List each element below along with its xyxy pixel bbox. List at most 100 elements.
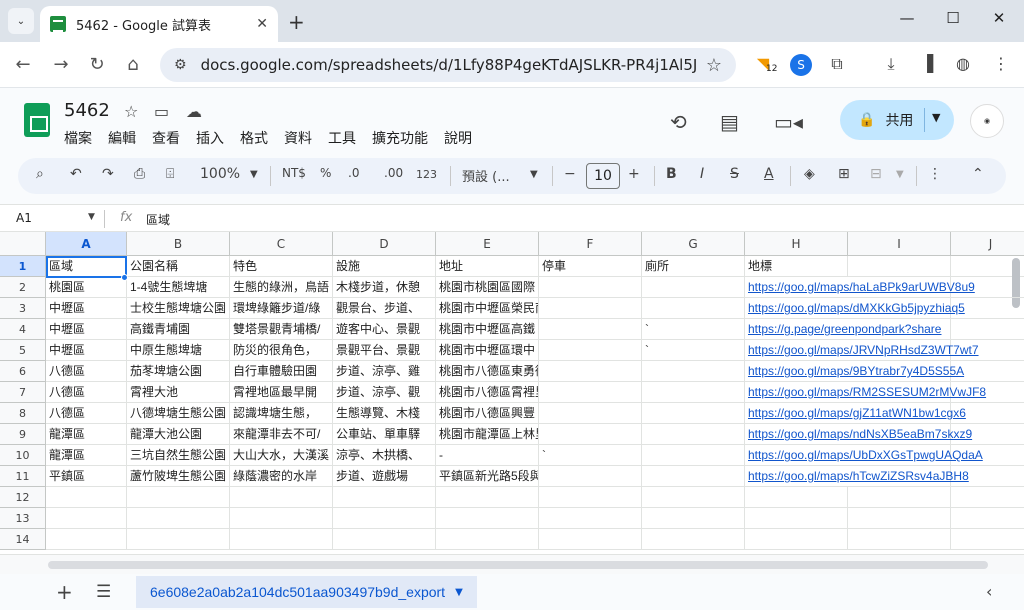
cell-link[interactable]: https://goo.gl/maps/RM2SSESUM2rMVwJF8 bbox=[745, 382, 1024, 403]
row-header[interactable]: 8 bbox=[0, 403, 46, 424]
browser-tab[interactable]: 5462 - Google 試算表 ✕ bbox=[40, 6, 278, 42]
cell[interactable] bbox=[951, 508, 1024, 529]
cell[interactable] bbox=[436, 508, 539, 529]
tab-search-icon[interactable]: ⌄ bbox=[8, 8, 34, 34]
cell[interactable]: ` bbox=[539, 445, 642, 466]
cell[interactable]: 停車 bbox=[539, 256, 642, 277]
cell[interactable] bbox=[539, 529, 642, 550]
increase-font-size-icon[interactable]: + bbox=[628, 166, 640, 182]
cell[interactable]: 桃園市中壢區榮民南路與同慶路口 bbox=[436, 298, 539, 319]
horizontal-scrollbar[interactable] bbox=[0, 554, 1024, 574]
cell[interactable]: 公園名稱 bbox=[127, 256, 230, 277]
row-header[interactable]: 1 bbox=[0, 256, 46, 277]
increase-decimal-button[interactable]: .00 bbox=[384, 166, 403, 180]
share-button[interactable]: 🔒 共用 ▼ bbox=[840, 100, 954, 140]
fill-handle[interactable] bbox=[121, 274, 128, 281]
borders-icon[interactable]: ⊞ bbox=[838, 166, 850, 182]
font-select[interactable]: 預設 (... bbox=[462, 166, 510, 185]
cell[interactable] bbox=[539, 277, 642, 298]
merge-dropdown-icon[interactable]: ▼ bbox=[896, 169, 904, 180]
close-window-icon[interactable]: ✕ bbox=[986, 9, 1012, 27]
cell[interactable]: 霄裡大池 bbox=[127, 382, 230, 403]
fill-color-icon[interactable]: ◈ bbox=[804, 166, 815, 182]
paint-format-icon[interactable]: ⌹ bbox=[166, 166, 174, 182]
profile-avatar-icon[interactable]: ◍ bbox=[952, 54, 974, 76]
decrease-decimal-button[interactable]: .0 bbox=[348, 166, 359, 180]
merge-cells-icon[interactable]: ⊟ bbox=[870, 166, 882, 182]
cell[interactable] bbox=[46, 508, 127, 529]
cell[interactable]: 1-4號生態埤塘 bbox=[127, 277, 230, 298]
tab-close-icon[interactable]: ✕ bbox=[256, 16, 268, 32]
cell[interactable]: 地標 bbox=[745, 256, 848, 277]
cell[interactable] bbox=[539, 361, 642, 382]
all-sheets-icon[interactable]: ☰ bbox=[96, 582, 111, 602]
cell[interactable]: 來龍潭非去不可/ bbox=[230, 424, 333, 445]
bookmark-star-icon[interactable]: ☆ bbox=[706, 55, 722, 76]
comments-icon[interactable]: ▤ bbox=[720, 110, 739, 134]
cell[interactable]: 雙塔景觀青埔橋/ bbox=[230, 319, 333, 340]
column-header-j[interactable]: J bbox=[951, 232, 1024, 256]
cell[interactable] bbox=[127, 529, 230, 550]
cell-link[interactable]: https://goo.gl/maps/JRVNpRHsdZ3WT7wt7 bbox=[745, 340, 1024, 361]
column-header-i[interactable]: I bbox=[848, 232, 951, 256]
cell[interactable] bbox=[642, 298, 745, 319]
column-header-e[interactable]: E bbox=[436, 232, 539, 256]
zoom-select[interactable]: 100% bbox=[200, 166, 240, 182]
account-avatar[interactable]: ◉ bbox=[970, 104, 1004, 138]
cell[interactable]: 霄裡地區最早開 bbox=[230, 382, 333, 403]
menu-tools[interactable]: 工具 bbox=[328, 128, 356, 148]
cell[interactable]: 景觀平台、景觀 bbox=[333, 340, 436, 361]
address-bar[interactable]: ⚙ docs.google.com/spreadsheets/d/1Lfy88P… bbox=[160, 48, 736, 82]
cell[interactable]: 龍潭大池公園 bbox=[127, 424, 230, 445]
column-header-c[interactable]: C bbox=[230, 232, 333, 256]
chrome-menu-icon[interactable]: ⋮ bbox=[990, 54, 1012, 76]
more-formats-button[interactable]: 123 bbox=[416, 168, 437, 181]
cell[interactable]: 自行車體驗田園 bbox=[230, 361, 333, 382]
font-size-input[interactable]: 10 bbox=[586, 163, 620, 189]
font-dropdown-icon[interactable]: ▼ bbox=[530, 169, 538, 180]
cell[interactable] bbox=[230, 508, 333, 529]
cell-link[interactable]: https://goo.gl/maps/9BYtrabr7y4D5S55A bbox=[745, 361, 1024, 382]
cell[interactable] bbox=[642, 361, 745, 382]
cell[interactable]: 區域 bbox=[46, 256, 127, 277]
cell[interactable] bbox=[848, 529, 951, 550]
sheet-tab-dropdown-icon[interactable]: ▼ bbox=[455, 587, 463, 598]
cell[interactable]: 八德區 bbox=[46, 382, 127, 403]
column-header-b[interactable]: B bbox=[127, 232, 230, 256]
cell[interactable] bbox=[642, 445, 745, 466]
more-options-icon[interactable]: ⋮ bbox=[928, 166, 942, 182]
cell[interactable] bbox=[848, 508, 951, 529]
cell-link[interactable]: https://goo.gl/maps/hTcwZiZSRsv4aJBH8 bbox=[745, 466, 1024, 487]
cell[interactable] bbox=[333, 508, 436, 529]
cell[interactable] bbox=[127, 508, 230, 529]
cell[interactable] bbox=[745, 487, 848, 508]
download-icon[interactable]: ⤓ bbox=[880, 54, 902, 76]
cell-link[interactable]: https://g.page/greenpondpark?share bbox=[745, 319, 1024, 340]
cell[interactable] bbox=[642, 382, 745, 403]
cell[interactable] bbox=[230, 529, 333, 550]
cell[interactable]: 中壢區 bbox=[46, 319, 127, 340]
menu-edit[interactable]: 編輯 bbox=[108, 128, 136, 148]
cell[interactable]: 八德區 bbox=[46, 361, 127, 382]
cell[interactable] bbox=[745, 508, 848, 529]
cell[interactable]: ` bbox=[642, 319, 745, 340]
extensions-puzzle-icon[interactable]: ⧉ bbox=[826, 54, 848, 76]
site-info-icon[interactable]: ⚙ bbox=[174, 57, 187, 73]
maximize-icon[interactable]: ☐ bbox=[940, 9, 966, 27]
cell[interactable]: 三坑自然生態公園 bbox=[127, 445, 230, 466]
side-panel-toggle-icon[interactable]: ‹ bbox=[986, 582, 992, 601]
cell[interactable]: 廁所 bbox=[642, 256, 745, 277]
menu-extensions[interactable]: 擴充功能 bbox=[372, 128, 428, 148]
cell[interactable] bbox=[951, 529, 1024, 550]
formula-input[interactable]: 區域 bbox=[146, 211, 170, 228]
menu-help[interactable]: 說明 bbox=[444, 128, 472, 148]
cell[interactable]: 涼亭、木拱橋、 bbox=[333, 445, 436, 466]
menu-insert[interactable]: 插入 bbox=[196, 128, 224, 148]
cell[interactable]: 桃園市中壢區高鐵 bbox=[436, 319, 539, 340]
undo-icon[interactable]: ↶ bbox=[70, 166, 82, 182]
meet-video-icon[interactable]: ▭◂ bbox=[774, 110, 803, 134]
cell[interactable] bbox=[642, 487, 745, 508]
menu-file[interactable]: 檔案 bbox=[64, 128, 92, 148]
percent-format-button[interactable]: % bbox=[320, 166, 331, 180]
cell[interactable]: 遊客中心、景觀 bbox=[333, 319, 436, 340]
